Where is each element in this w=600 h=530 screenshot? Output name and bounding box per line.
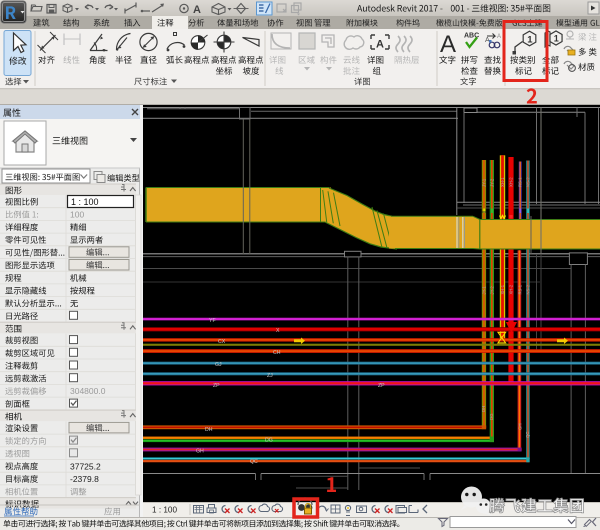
svg-text:JY-1: JY-1 [482, 178, 487, 187]
svg-text:304800.0: 304800.0 [70, 386, 106, 396]
svg-text:JY-2: JY-2 [490, 286, 495, 295]
svg-text:GH: GH [196, 449, 204, 455]
svg-text:DG: DG [489, 413, 494, 420]
svg-text:-2379.8: -2379.8 [70, 474, 99, 484]
svg-text:ZP: ZP [378, 383, 385, 389]
svg-text:JY-1: JY-1 [482, 286, 487, 295]
svg-text:DG: DG [265, 438, 273, 444]
svg-text:XH-1: XH-1 [500, 177, 505, 187]
svg-text:37725.2: 37725.2 [70, 461, 101, 471]
svg-text:DH: DH [481, 406, 486, 412]
svg-text:1 : 100: 1 : 100 [71, 197, 99, 207]
svg-text:XH-2: XH-2 [509, 177, 514, 187]
svg-text:QC: QC [525, 431, 530, 438]
svg-text:ZJ: ZJ [267, 373, 273, 379]
svg-text:1 : 100: 1 : 100 [152, 506, 177, 515]
svg-text:X: X [276, 328, 280, 334]
svg-text:JY-2: JY-2 [490, 178, 495, 187]
svg-text:YF: YF [209, 318, 216, 324]
svg-text:NS-2: NS-2 [525, 284, 530, 294]
svg-text:RS-1: RS-1 [518, 177, 523, 187]
svg-text:A: A [440, 31, 456, 58]
svg-text:GH: GH [518, 423, 523, 430]
svg-text:XH-1: XH-1 [500, 284, 505, 294]
svg-text:NS-2: NS-2 [525, 177, 530, 187]
svg-text:XH-2: XH-2 [509, 284, 514, 294]
svg-text:CX: CX [218, 339, 226, 345]
svg-text:RS-1: RS-1 [518, 284, 523, 294]
svg-text:GJ: GJ [215, 362, 222, 368]
svg-text:A: A [376, 39, 384, 51]
svg-text:A: A [193, 4, 201, 16]
svg-text:1: 1 [527, 35, 533, 46]
svg-text:100: 100 [70, 210, 84, 220]
svg-text:1: 1 [554, 34, 559, 44]
svg-text:ZP: ZP [213, 383, 220, 389]
svg-text:CH: CH [273, 350, 281, 356]
svg-text:DH: DH [205, 427, 213, 433]
svg-text:QC: QC [250, 459, 258, 465]
svg-text:A: A [497, 34, 501, 40]
